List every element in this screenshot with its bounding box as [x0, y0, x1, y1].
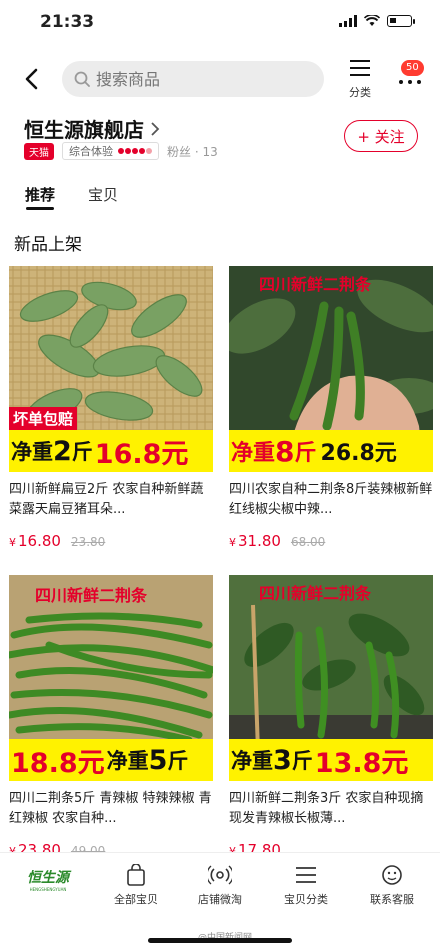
product-image[interactable]: 四川新鲜二荆条 18.8元 净重 5 斤	[9, 575, 213, 781]
guarantee-tag: 坏单包赔	[9, 407, 78, 430]
home-indicator	[148, 938, 292, 943]
product-image[interactable]: 四川新鲜二荆条 净重 8 斤 26.8元	[229, 266, 433, 472]
nav-label: 店铺微淘	[198, 893, 242, 906]
banner-number: 8	[275, 434, 295, 468]
image-caption: 四川新鲜二荆条	[35, 586, 148, 605]
message-count-badge: 50	[401, 60, 424, 76]
image-caption: 四川新鲜二荆条	[259, 275, 372, 294]
shop-meta: 天猫 综合体验 粉丝 · 13	[24, 142, 218, 160]
tab-active-indicator	[26, 207, 54, 210]
back-arrow-icon	[25, 68, 38, 90]
header: 分类 50	[0, 52, 440, 104]
banner-number: 2	[53, 435, 72, 467]
product-title[interactable]: 四川二荆条5斤 青辣椒 特辣辣椒 青红辣椒 农家自种...	[9, 789, 213, 829]
banner-text: 净重	[231, 749, 273, 773]
search-box[interactable]	[62, 61, 324, 97]
banner-number: 3	[273, 744, 292, 776]
image-caption: 四川新鲜二荆条	[259, 584, 372, 603]
product-image[interactable]: 四川新鲜二荆条 净重 3 斤 13.8元	[229, 575, 433, 781]
shop-logo[interactable]: 恒生源 HENGSHENGYUAN	[22, 867, 74, 905]
price-value: 31.80	[238, 532, 281, 550]
signal-icon	[339, 15, 357, 27]
rating-box: 综合体验	[62, 142, 159, 160]
banner-number: 5	[148, 744, 168, 776]
rating-stars-icon	[118, 148, 152, 154]
original-price: 23.80	[70, 535, 106, 549]
status-bar: 21:33	[0, 0, 440, 46]
banner-price: 26.8元	[320, 441, 397, 466]
product-title[interactable]: 四川新鲜扁豆2斤 农家自种新鲜蔬菜露天扁豆猪耳朵...	[9, 480, 213, 520]
product-card[interactable]: 四川新鲜二荆条 净重 8 斤 26.8元 四川农家自种二荆条8斤装辣椒新鲜红线椒…	[229, 266, 433, 550]
price-banner: 净重 3 斤 13.8元	[229, 739, 433, 781]
currency-symbol: ¥	[229, 536, 236, 549]
fans-count: 粉丝 · 13	[167, 144, 218, 159]
banner-unit: 斤	[294, 441, 317, 466]
nav-label: 联系客服	[370, 893, 414, 906]
price-banner: 净重 2 斤 16.8元	[9, 430, 213, 472]
nav-label: 宝贝分类	[284, 893, 328, 906]
product-card[interactable]: 四川新鲜二荆条 净重 3 斤 13.8元 四川新鲜二荆条3斤 农家自种现摘现发青…	[229, 575, 433, 859]
product-price: ¥31.80 68.00	[229, 532, 433, 550]
shopping-bag-icon	[127, 864, 145, 886]
chat-face-icon	[382, 865, 402, 885]
list-icon	[296, 867, 316, 883]
category-button[interactable]: 分类	[342, 58, 378, 102]
banner-price: 18.8元	[11, 747, 105, 779]
logo-subtext: HENGSHENGYUAN	[29, 887, 67, 892]
product-price: ¥16.80 23.80	[9, 532, 213, 550]
more-button[interactable]: 50	[396, 58, 426, 98]
rating-label: 综合体验	[69, 145, 113, 158]
product-title[interactable]: 四川农家自种二荆条8斤装辣椒新鲜红线椒尖椒中辣...	[229, 480, 433, 520]
banner-price: 16.8元	[94, 438, 189, 470]
banner-unit: 斤	[71, 440, 93, 464]
banner-unit: 斤	[167, 749, 189, 773]
banner-unit: 斤	[291, 749, 313, 773]
status-icons	[339, 15, 415, 27]
current-price: ¥31.80	[229, 532, 281, 550]
banner-text: 净重	[106, 749, 149, 773]
battery-icon	[387, 15, 415, 27]
banner-text: 净重	[11, 440, 53, 464]
wifi-icon	[364, 15, 380, 26]
product-card[interactable]: 四川新鲜二荆条 18.8元 净重 5 斤 四川二荆条5斤 青辣椒 特辣辣椒 青红…	[9, 575, 213, 859]
product-card[interactable]: 坏单包赔 净重 2 斤 16.8元 四川新鲜扁豆2斤 农家自种新鲜蔬菜露天扁豆猪…	[9, 266, 213, 550]
section-title: 新品上架	[14, 235, 82, 255]
more-icon	[399, 80, 421, 84]
price-banner: 18.8元 净重 5 斤	[9, 739, 213, 781]
search-icon	[74, 71, 90, 87]
category-label: 分类	[349, 86, 371, 99]
status-time: 21:33	[40, 12, 95, 32]
nav-customer-service[interactable]: 联系客服	[352, 863, 432, 907]
logo-text: 恒生源	[27, 870, 69, 886]
product-title[interactable]: 四川新鲜二荆条3斤 农家自种现摘现发青辣椒长椒薄...	[229, 789, 433, 829]
currency-symbol: ¥	[9, 536, 16, 549]
product-image[interactable]: 坏单包赔 净重 2 斤 16.8元	[9, 266, 213, 472]
follow-button[interactable]: + 关注	[344, 120, 418, 152]
original-price: 68.00	[290, 535, 326, 549]
broadcast-icon	[208, 865, 232, 885]
price-value: 16.80	[18, 532, 61, 550]
nav-all-items[interactable]: 全部宝贝	[96, 863, 176, 907]
current-price: ¥16.80	[9, 532, 61, 550]
chevron-right-icon	[151, 121, 160, 136]
tab-items[interactable]: 宝贝	[88, 184, 118, 205]
banner-text: 净重	[231, 441, 276, 466]
list-icon	[350, 60, 370, 76]
banner-price: 13.8元	[314, 747, 409, 779]
nav-label: 全部宝贝	[114, 893, 158, 906]
tab-recommend[interactable]: 推荐	[25, 184, 55, 205]
back-button[interactable]	[14, 62, 48, 96]
price-banner: 净重 8 斤 26.8元	[229, 430, 433, 472]
nav-shop-feed[interactable]: 店铺微淘	[180, 863, 260, 907]
shop-name-link[interactable]: 恒生源旗舰店	[24, 114, 160, 143]
shop-name: 恒生源旗舰店	[24, 118, 144, 142]
nav-categories[interactable]: 宝贝分类	[266, 863, 346, 907]
tmall-badge: 天猫	[24, 142, 54, 160]
search-input[interactable]	[96, 69, 296, 89]
